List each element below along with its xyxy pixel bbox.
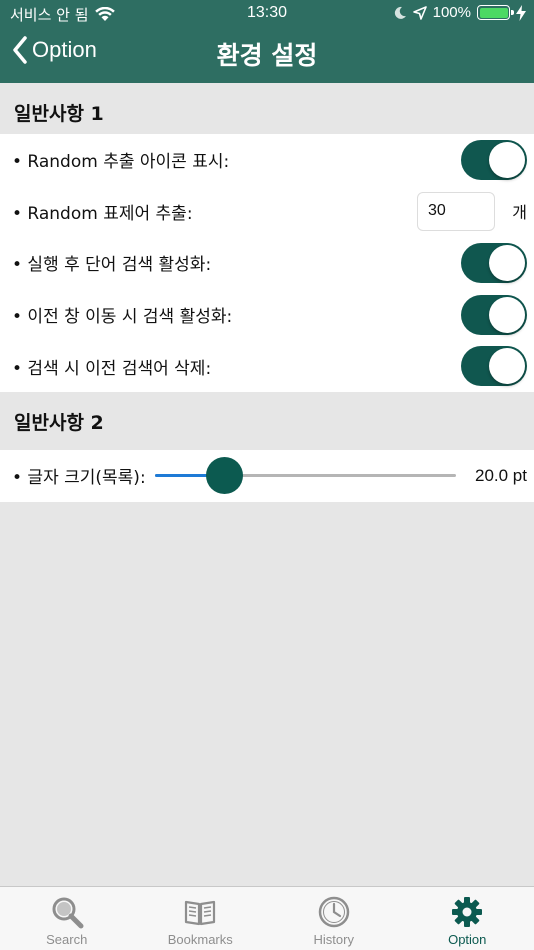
clear-previous-toggle[interactable] [461, 346, 527, 387]
setting-row-random-count: • Random 표제어 추출: 개 [0, 186, 534, 238]
general-1-group: • Random 추출 아이콘 표시: • Random 표제어 추출: 개 •… [0, 134, 534, 392]
section-header-general-1: 일반사항 1 [14, 103, 104, 125]
setting-row-search-on-launch: • 실행 후 단어 검색 활성화: [0, 237, 534, 289]
status-bar: 서비스 안 됨 13:30 100% [0, 0, 534, 28]
count-unit-label: 개 [512, 203, 527, 223]
tab-label: History [313, 932, 354, 947]
toggle-knob [489, 348, 525, 385]
nav-bar: Option 환경 설정 [0, 28, 534, 83]
charging-bolt-icon [516, 4, 526, 21]
setting-label: • 글자 크기(목록): [12, 468, 146, 489]
tab-label: Search [46, 932, 88, 947]
header: 서비스 안 됨 13:30 100% Option 환경 설정 [0, 0, 534, 83]
general-2-group: • 글자 크기(목록): 20.0 pt [0, 450, 534, 502]
tab-history[interactable]: History [267, 887, 401, 950]
gear-icon [452, 897, 483, 927]
random-count-input[interactable] [417, 191, 495, 231]
toggle-knob [489, 141, 525, 178]
tab-label: Bookmarks [167, 932, 233, 947]
setting-row-font-size: • 글자 크기(목록): 20.0 pt [0, 450, 534, 502]
font-size-slider[interactable] [155, 457, 456, 495]
page-title: 환경 설정 [216, 41, 318, 70]
moon-icon [394, 6, 406, 19]
book-icon [185, 900, 216, 926]
location-arrow-icon [412, 5, 427, 20]
section-header-general-2: 일반사항 2 [14, 412, 104, 434]
clock-icon [318, 896, 349, 928]
setting-label: • 실행 후 단어 검색 활성화: [12, 255, 212, 276]
slider-thumb[interactable] [205, 457, 243, 495]
battery-fill [479, 7, 508, 18]
tab-label: Option [448, 932, 487, 947]
setting-row-random-icon: • Random 추출 아이콘 표시: [0, 134, 534, 186]
toggle-knob [489, 244, 525, 281]
setting-label: • Random 추출 아이콘 표시: [12, 152, 230, 173]
search-on-back-toggle[interactable] [461, 294, 527, 335]
tab-option[interactable]: Option [401, 887, 534, 950]
battery-icon [477, 5, 514, 20]
tab-search[interactable]: Search [0, 887, 134, 950]
setting-row-clear-previous: • 검색 시 이전 검색어 삭제: [0, 340, 534, 392]
setting-row-search-on-back: • 이전 창 이동 시 검색 활성화: [0, 289, 534, 341]
battery-percent: 100% [432, 4, 471, 21]
setting-label: • 이전 창 이동 시 검색 활성화: [12, 307, 233, 328]
tab-bar: Search Bookmarks History Option [0, 886, 534, 950]
setting-label: • 검색 시 이전 검색어 삭제: [12, 358, 212, 379]
toggle-knob [489, 296, 525, 333]
tab-bookmarks[interactable]: Bookmarks [134, 887, 268, 950]
search-on-launch-toggle[interactable] [461, 242, 527, 283]
random-icon-toggle[interactable] [461, 139, 527, 180]
font-size-value: 20.0 pt [475, 465, 527, 485]
search-icon [52, 897, 84, 929]
status-right: 100% [393, 4, 526, 21]
